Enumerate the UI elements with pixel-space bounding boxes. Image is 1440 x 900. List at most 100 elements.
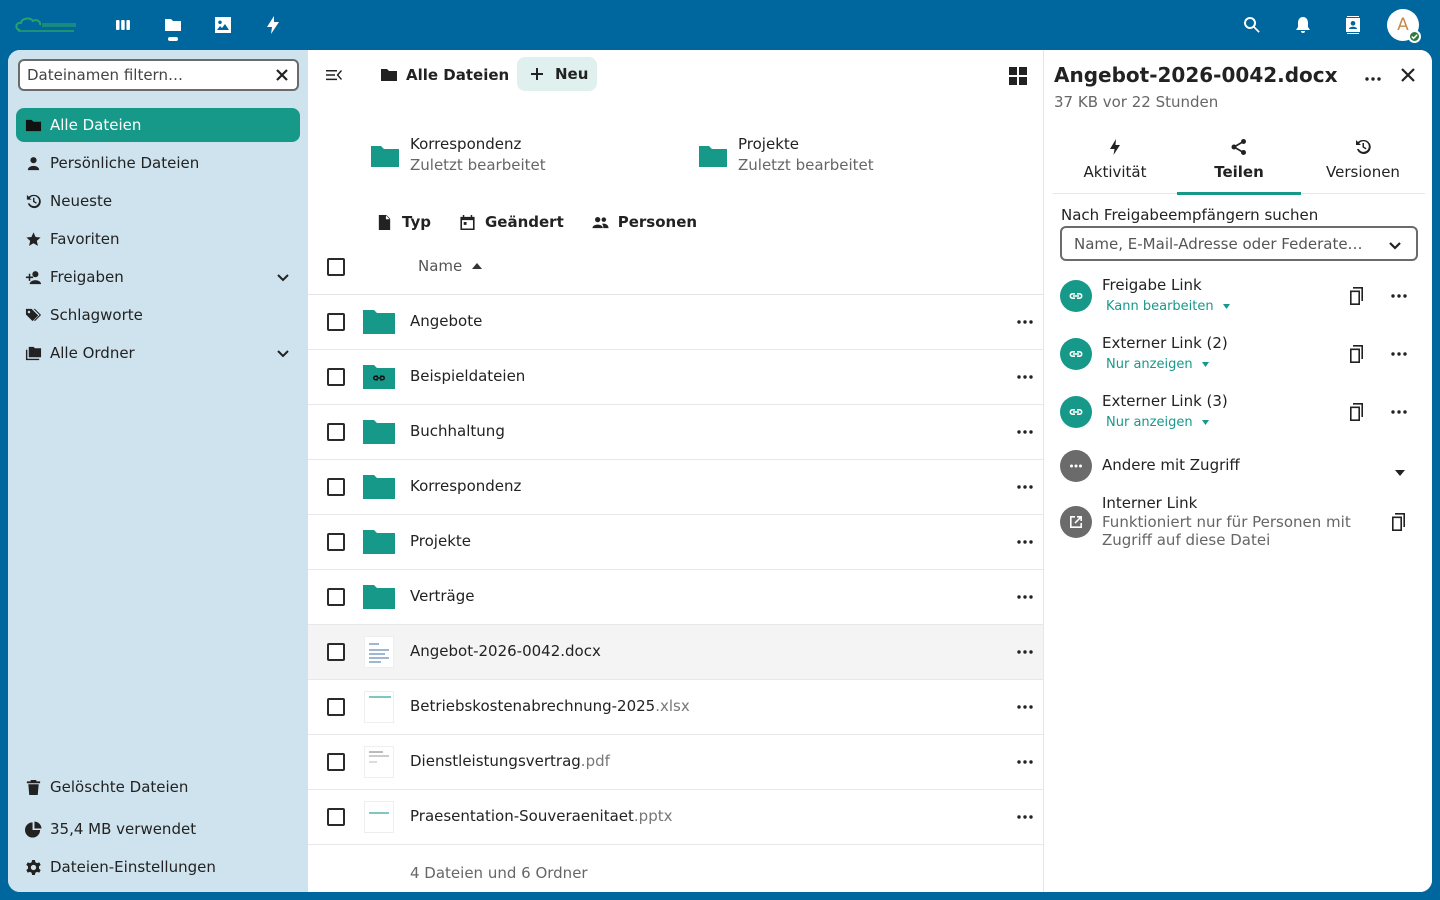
sidebar-item-settings[interactable]: Dateien-Einstellungen — [16, 850, 300, 884]
files-icon[interactable] — [161, 13, 185, 37]
search-icon[interactable] — [1240, 13, 1264, 37]
tab-share[interactable]: Teilen — [1177, 134, 1301, 195]
more-actions-icon[interactable] — [1016, 755, 1036, 769]
row-checkbox[interactable] — [327, 368, 345, 386]
share-permission-dropdown[interactable]: Kann bearbeiten — [1106, 299, 1230, 314]
sidebar-item-label: Persönliche Dateien — [50, 154, 200, 172]
more-actions-icon[interactable] — [1016, 700, 1036, 714]
chevron-down-icon[interactable] — [1388, 238, 1402, 256]
sharee-search-input[interactable] — [1062, 228, 1372, 259]
online-status-icon — [1408, 30, 1421, 43]
filter-people-button[interactable]: Personen — [592, 213, 697, 231]
share-permission-dropdown[interactable]: Nur anzeigen — [1106, 357, 1209, 372]
photos-icon[interactable] — [211, 13, 235, 37]
chevron-down-icon[interactable] — [276, 270, 290, 284]
folder-icon — [362, 417, 396, 447]
sidebar-item-shares[interactable]: Freigaben — [16, 260, 300, 294]
more-actions-icon[interactable] — [1016, 370, 1036, 384]
row-checkbox[interactable] — [327, 423, 345, 441]
tab-activity[interactable]: Aktivität — [1053, 134, 1177, 194]
contacts-icon[interactable] — [1341, 13, 1365, 37]
row-checkbox[interactable] — [327, 533, 345, 551]
table-row[interactable]: Betriebskostenabrechnung-2025.xlsx — [308, 680, 1043, 735]
folder-icon — [370, 134, 400, 178]
sort-by-name-button[interactable]: Name — [418, 257, 483, 275]
table-row[interactable]: Korrespondenz — [308, 460, 1043, 515]
dashboard-icon[interactable] — [111, 13, 135, 37]
tab-versions[interactable]: Versionen — [1301, 134, 1425, 194]
sidebar-item-personal-files[interactable]: Persönliche Dateien — [16, 146, 300, 180]
table-row[interactable]: Dienstleistungsvertrag.pdf — [308, 735, 1043, 790]
sidebar-item-tags[interactable]: Schlagworte — [16, 298, 300, 332]
breadcrumb[interactable]: Alle Dateien — [380, 64, 509, 86]
row-checkbox[interactable] — [327, 753, 345, 771]
sidebar-item-all-folders[interactable]: Alle Ordner — [16, 336, 300, 370]
more-actions-icon[interactable] — [1364, 72, 1382, 90]
filter-type-button[interactable]: Typ — [376, 213, 431, 231]
sidebar-item-deleted-files[interactable]: Gelöschte Dateien — [16, 770, 300, 804]
new-button[interactable]: Neu — [517, 57, 597, 91]
more-actions-icon[interactable] — [1016, 590, 1036, 604]
filename-filter-input[interactable] — [20, 61, 260, 89]
activity-icon[interactable] — [261, 13, 285, 37]
file-name[interactable]: Buchhaltung — [410, 422, 505, 440]
more-actions-icon[interactable] — [1016, 425, 1036, 439]
nextcloud-logo[interactable] — [14, 16, 78, 34]
table-row[interactable]: Buchhaltung — [308, 405, 1043, 460]
recent-folder-card[interactable]: Korrespondenz Zuletzt bearbeitet — [370, 134, 546, 178]
row-checkbox[interactable] — [327, 808, 345, 826]
file-name[interactable]: Beispieldateien — [410, 367, 525, 385]
sidebar-item-label: Neueste — [50, 192, 113, 210]
table-row[interactable]: Praesentation-Souveraenitaet.pptx — [308, 790, 1043, 845]
row-checkbox[interactable] — [327, 478, 345, 496]
table-row[interactable]: Beispieldateien — [308, 350, 1043, 405]
row-checkbox[interactable] — [327, 698, 345, 716]
file-name[interactable]: Angebote — [410, 312, 482, 330]
file-name[interactable]: Angebot-2026-0042.docx — [410, 642, 601, 660]
more-actions-icon[interactable] — [1016, 645, 1036, 659]
copy-icon[interactable] — [1390, 512, 1408, 536]
file-name[interactable]: Betriebskostenabrechnung-2025.xlsx — [410, 697, 690, 715]
more-actions-icon[interactable] — [1390, 289, 1408, 307]
select-all-checkbox[interactable] — [327, 258, 345, 276]
sidebar-item-all-files[interactable]: Alle Dateien — [16, 108, 300, 142]
share-permission-dropdown[interactable]: Nur anzeigen — [1106, 415, 1209, 430]
row-checkbox[interactable] — [327, 643, 345, 661]
table-row[interactable]: Verträge — [308, 570, 1043, 625]
copy-icon[interactable] — [1348, 344, 1366, 368]
caret-down-icon[interactable] — [1395, 462, 1405, 480]
grid-view-icon[interactable] — [1008, 66, 1028, 86]
file-name[interactable]: Korrespondenz — [410, 477, 521, 495]
more-actions-icon[interactable] — [1016, 535, 1036, 549]
file-name[interactable]: Praesentation-Souveraenitaet.pptx — [410, 807, 672, 825]
file-name[interactable]: Dienstleistungsvertrag.pdf — [410, 752, 610, 770]
sidebar-item-recent[interactable]: Neueste — [16, 184, 300, 218]
more-actions-icon[interactable] — [1016, 810, 1036, 824]
table-row[interactable]: Angebote — [308, 295, 1043, 350]
recent-folder-card[interactable]: Projekte Zuletzt bearbeitet — [698, 134, 874, 178]
table-row[interactable]: Angebot-2026-0042.docx — [308, 625, 1043, 680]
row-checkbox[interactable] — [327, 588, 345, 606]
bell-icon[interactable] — [1291, 13, 1315, 37]
file-name[interactable]: Verträge — [410, 587, 474, 605]
table-row[interactable]: Projekte — [308, 515, 1043, 570]
details-subtitle: 37 KB vor 22 Stunden — [1054, 93, 1219, 111]
more-actions-icon[interactable] — [1016, 315, 1036, 329]
chevron-down-icon[interactable] — [276, 346, 290, 360]
more-actions-icon[interactable] — [1390, 405, 1408, 423]
copy-icon[interactable] — [1348, 286, 1366, 310]
menu-toggle-icon[interactable] — [324, 65, 344, 85]
others-with-access[interactable]: Andere mit Zugriff — [1060, 450, 1420, 486]
share-icon — [1231, 139, 1246, 155]
people-icon — [592, 216, 609, 228]
more-actions-icon[interactable] — [1390, 347, 1408, 365]
link-icon — [1060, 338, 1092, 370]
copy-icon[interactable] — [1348, 402, 1366, 426]
more-actions-icon[interactable] — [1016, 480, 1036, 494]
close-icon[interactable] — [1400, 67, 1416, 87]
close-icon[interactable] — [272, 65, 292, 85]
row-checkbox[interactable] — [327, 313, 345, 331]
sidebar-item-favorites[interactable]: Favoriten — [16, 222, 300, 256]
file-name[interactable]: Projekte — [410, 532, 471, 550]
filter-modified-button[interactable]: Geändert — [459, 213, 564, 231]
